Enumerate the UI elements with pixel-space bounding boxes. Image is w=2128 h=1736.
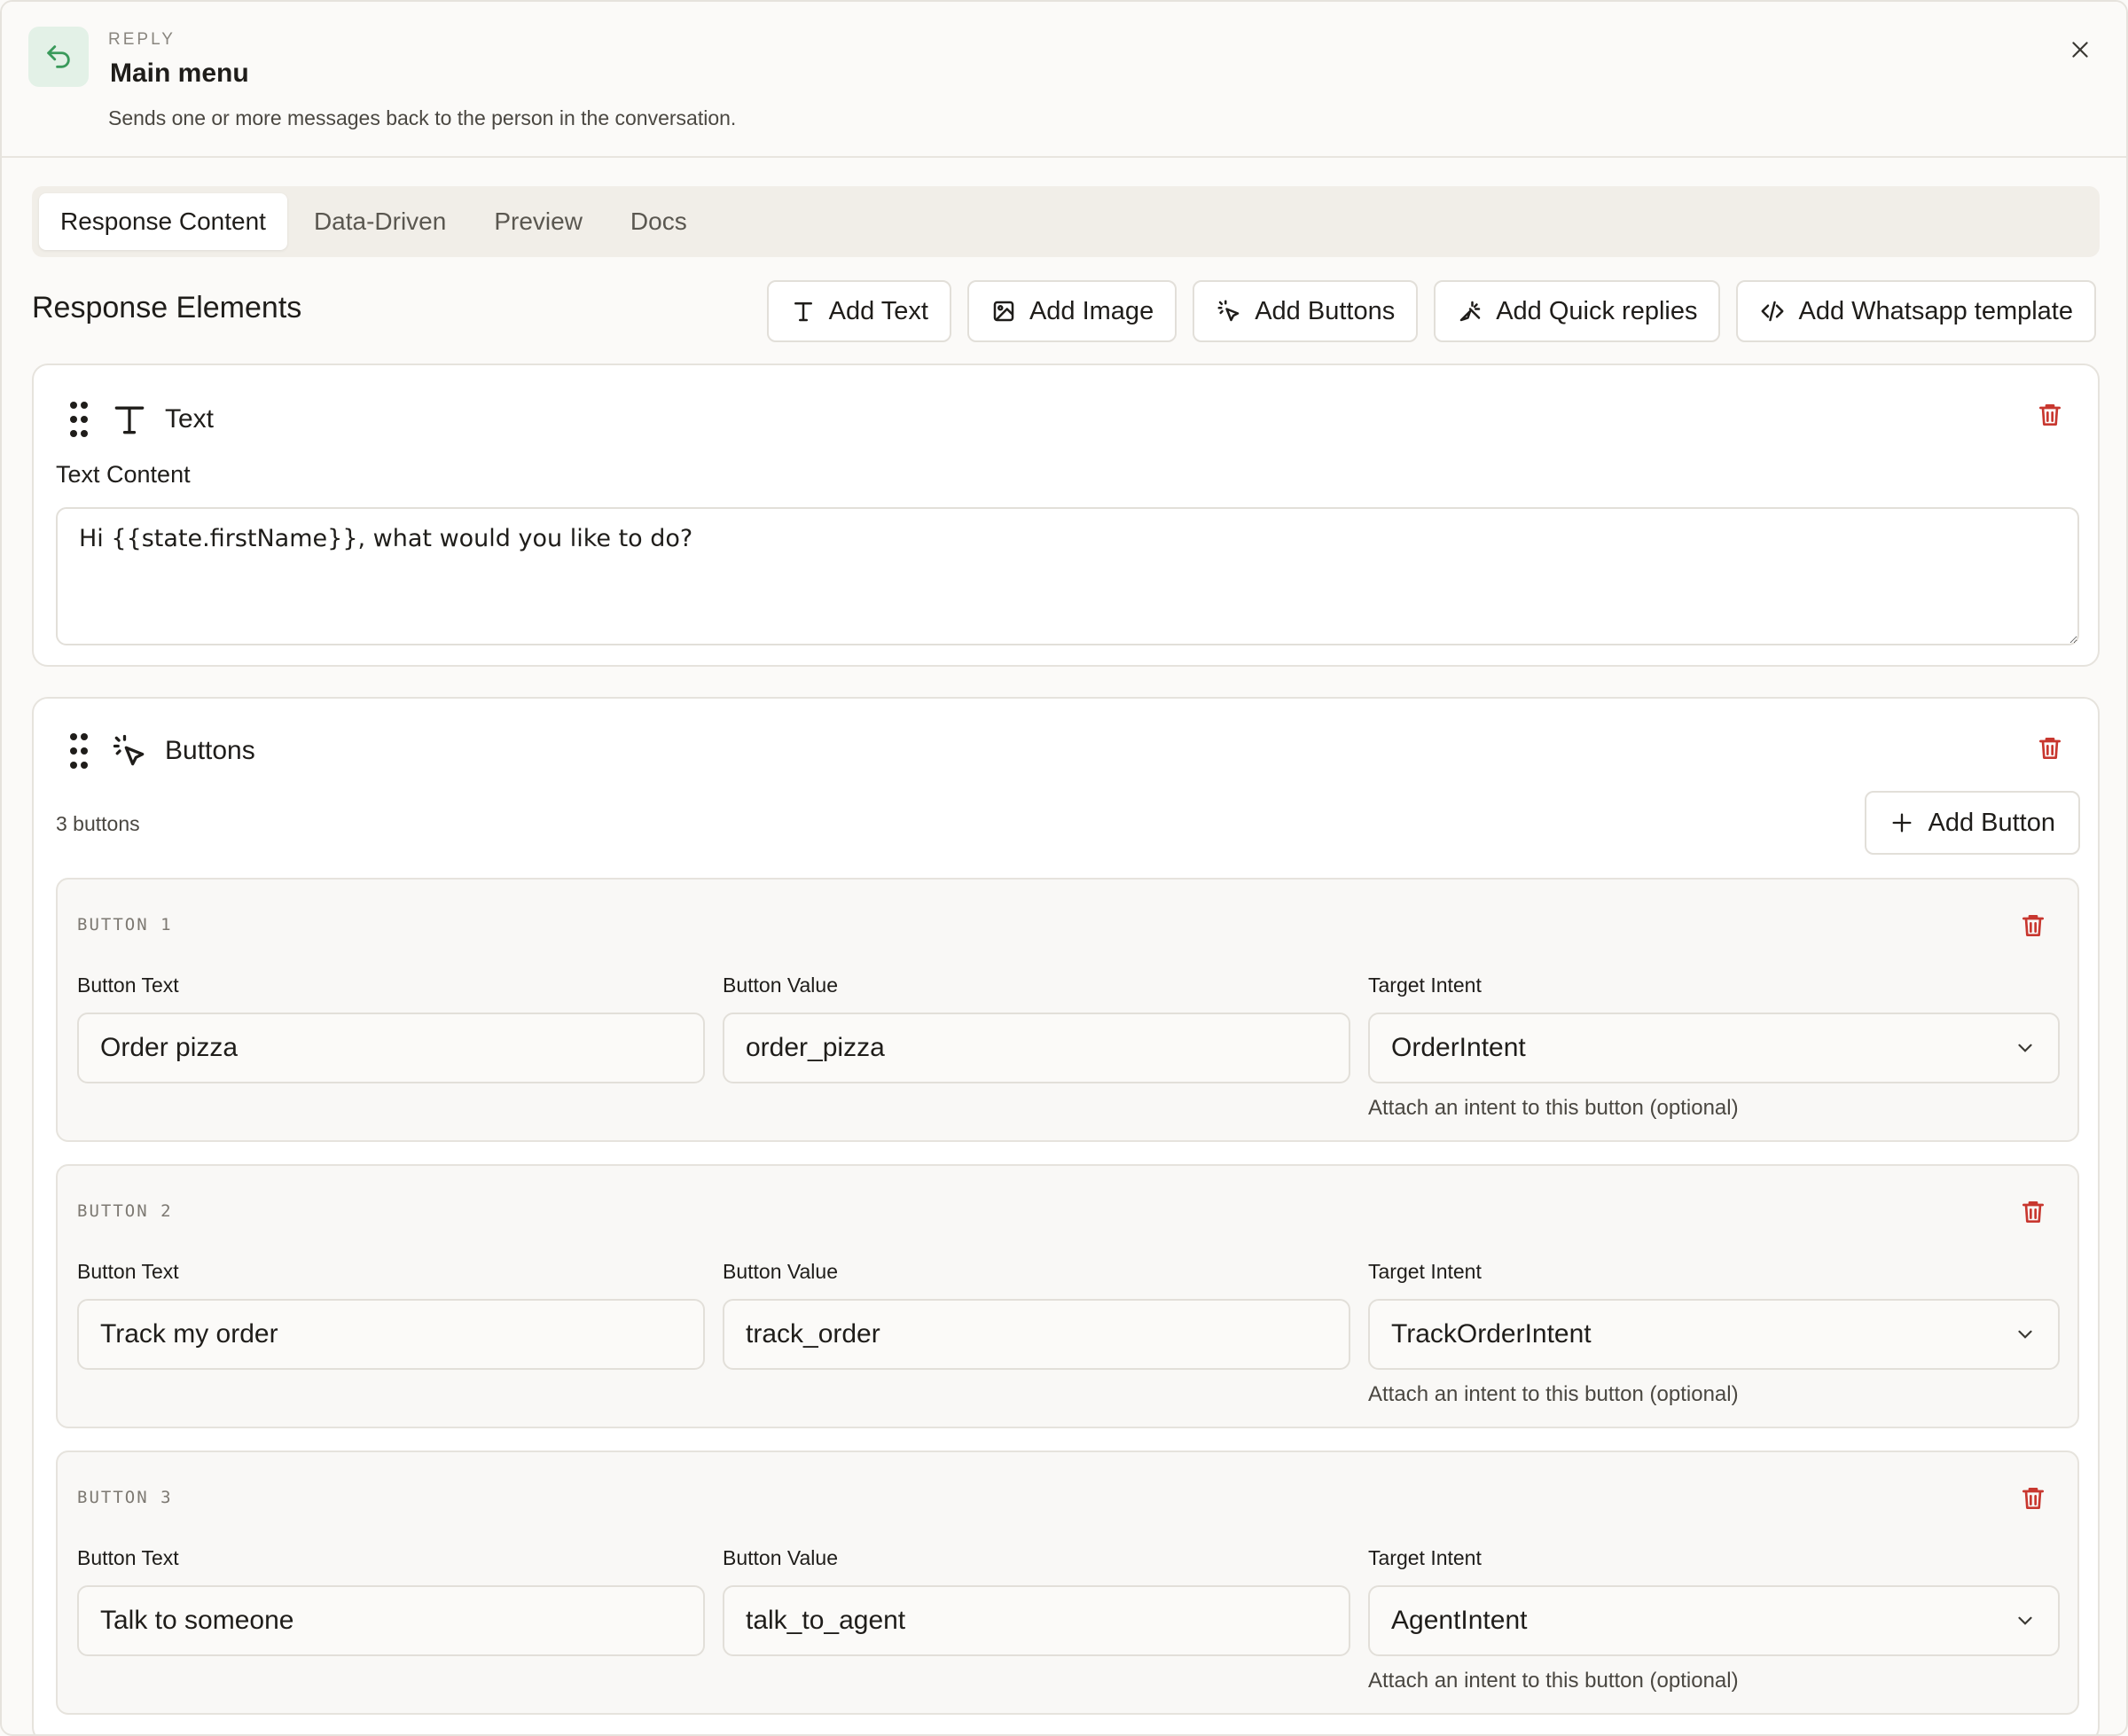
button-text-input[interactable]: Order pizza <box>77 1013 705 1083</box>
reply-arrow-icon <box>28 27 89 87</box>
button-value-input[interactable]: track_order <box>723 1299 1350 1370</box>
trash-icon <box>2039 738 2061 759</box>
target-intent-label: Target Intent <box>1368 1546 1482 1569</box>
trash-icon <box>2039 404 2061 426</box>
button-item: BUTTON 1 Button Text Button Value Target… <box>56 878 2079 1142</box>
target-intent-select[interactable]: TrackOrderIntent <box>1368 1299 2060 1370</box>
text-content-label: Text Content <box>56 461 191 488</box>
card-type-label: Buttons <box>165 736 255 765</box>
text-icon <box>794 302 812 322</box>
trash-icon <box>2022 1201 2044 1223</box>
sparkle-cursor-icon <box>1459 301 1481 322</box>
image-icon <box>993 301 1014 322</box>
drag-handle-icon[interactable] <box>64 729 94 773</box>
node-type-label: REPLY <box>108 30 176 49</box>
button-item-index: BUTTON 2 <box>77 1201 173 1221</box>
buttons-card-header: Buttons <box>64 729 255 773</box>
button-value-label: Button Value <box>723 974 839 997</box>
tab-preview[interactable]: Preview <box>473 193 604 250</box>
button-value-label: Button Value <box>723 1260 839 1283</box>
target-intent-label: Target Intent <box>1368 1260 1482 1283</box>
cursor-click-icon <box>113 734 145 766</box>
target-intent-value: TrackOrderIntent <box>1391 1319 1592 1349</box>
page-title: Main menu <box>110 59 249 88</box>
tab-bar: Response Content Data-Driven Preview Doc… <box>32 186 2100 257</box>
button-text-label: Button Text <box>77 974 179 997</box>
button-text-label: Button Text <box>77 1260 179 1283</box>
button-value-input[interactable]: talk_to_agent <box>723 1585 1350 1656</box>
add-element-toolbar: Add Text Add Image Add Buttons Add Quick… <box>766 280 2096 342</box>
add-whatsapp-template-label: Add Whatsapp template <box>1798 296 2073 325</box>
reply-panel: REPLY Main menu Sends one or more messag… <box>0 0 2128 1736</box>
target-intent-hint: Attach an intent to this button (optiona… <box>1368 1096 1739 1120</box>
text-card-header: Text <box>64 397 214 442</box>
add-text-label: Add Text <box>828 296 928 325</box>
add-buttons-label: Add Buttons <box>1255 296 1396 325</box>
add-whatsapp-template-button[interactable]: Add Whatsapp template <box>1736 280 2096 342</box>
add-quick-replies-button[interactable]: Add Quick replies <box>1434 280 1721 342</box>
button-value-label: Button Value <box>723 1546 839 1569</box>
chevron-down-icon <box>2018 1044 2032 1052</box>
chevron-down-icon <box>2018 1616 2032 1625</box>
add-quick-replies-label: Add Quick replies <box>1496 296 1698 325</box>
button-item-index: BUTTON 1 <box>77 915 173 934</box>
trash-icon <box>2022 915 2044 936</box>
add-image-button[interactable]: Add Image <box>966 280 1177 342</box>
cursor-click-icon <box>1217 300 1240 322</box>
target-intent-hint: Attach an intent to this button (optiona… <box>1368 1669 1739 1693</box>
plus-icon <box>1892 813 1911 833</box>
button-text-label: Button Text <box>77 1546 179 1569</box>
button-text-input[interactable]: Talk to someone <box>77 1585 705 1656</box>
panel-header: REPLY Main menu Sends one or more messag… <box>2 2 2126 158</box>
page-description: Sends one or more messages back to the p… <box>108 106 737 129</box>
add-text-button[interactable]: Add Text <box>766 280 951 342</box>
section-title: Response Elements <box>32 291 302 325</box>
chevron-down-icon <box>2018 1330 2032 1339</box>
button-text-input[interactable]: Track my order <box>77 1299 705 1370</box>
trash-icon <box>2022 1488 2044 1509</box>
drag-handle-icon[interactable] <box>64 397 94 442</box>
card-type-label: Text <box>165 404 215 434</box>
target-intent-select[interactable]: AgentIntent <box>1368 1585 2060 1656</box>
add-image-label: Add Image <box>1029 296 1154 325</box>
button-count: 3 buttons <box>56 812 140 835</box>
button-item-index: BUTTON 3 <box>77 1488 173 1507</box>
add-button-button[interactable]: Add Button <box>1864 791 2080 855</box>
buttons-element-card: Buttons 3 buttons Add Button BUTTON 1 Bu… <box>32 697 2100 1734</box>
delete-buttons-element-button[interactable] <box>2032 731 2068 766</box>
target-intent-value: AgentIntent <box>1391 1606 1528 1635</box>
delete-text-element-button[interactable] <box>2032 397 2068 433</box>
button-item: BUTTON 2 Button Text Button Value Target… <box>56 1164 2079 1428</box>
delete-button-item-button[interactable] <box>2015 1194 2051 1230</box>
target-intent-hint: Attach an intent to this button (optiona… <box>1368 1382 1739 1406</box>
close-button[interactable] <box>2064 34 2096 66</box>
tab-response-content[interactable]: Response Content <box>39 193 287 250</box>
add-buttons-button[interactable]: Add Buttons <box>1193 280 1419 342</box>
text-icon <box>114 406 145 434</box>
target-intent-value: OrderIntent <box>1391 1033 1526 1062</box>
target-intent-label: Target Intent <box>1368 974 1482 997</box>
tab-data-driven[interactable]: Data-Driven <box>293 193 467 250</box>
add-button-label: Add Button <box>1928 808 2056 837</box>
button-value-input[interactable]: order_pizza <box>723 1013 1350 1083</box>
delete-button-item-button[interactable] <box>2015 908 2051 943</box>
target-intent-select[interactable]: OrderIntent <box>1368 1013 2060 1083</box>
code-icon <box>1761 301 1784 322</box>
delete-button-item-button[interactable] <box>2015 1481 2051 1516</box>
button-item: BUTTON 3 Button Text Button Value Target… <box>56 1451 2079 1715</box>
text-content-input[interactable] <box>56 507 2079 645</box>
close-icon <box>2072 42 2088 58</box>
text-element-card: Text Text Content <box>32 364 2100 667</box>
tab-docs[interactable]: Docs <box>609 193 708 250</box>
